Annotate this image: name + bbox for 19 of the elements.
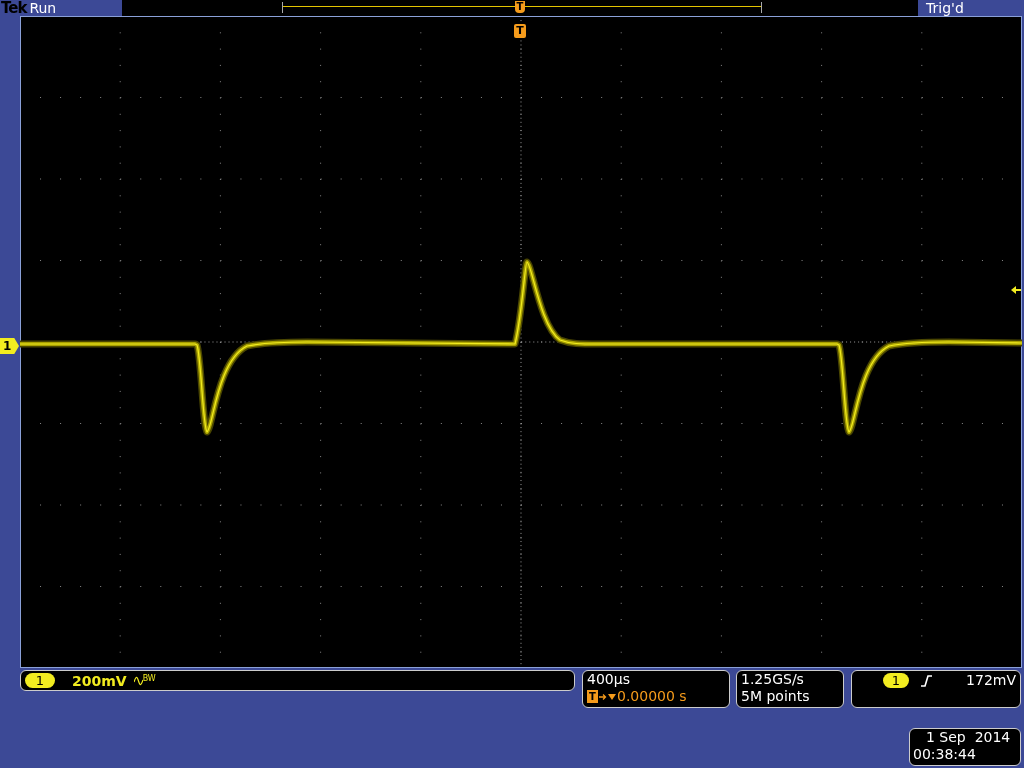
time: 00:38:44: [913, 746, 976, 763]
bandwidth-limit-label: BW: [142, 674, 156, 684]
overview-trigger-marker: T: [515, 1, 525, 13]
vertical-scale: 200mV: [72, 672, 127, 689]
sample-rate: 1.25GS/s: [741, 671, 804, 688]
acquisition-state: Run: [29, 0, 57, 16]
date: 1 Sep 2014: [926, 729, 1011, 746]
trigger-level: 172mV: [966, 672, 1016, 689]
horizontal-position: 0.00000 s: [617, 688, 687, 705]
time-per-division: 400µs: [587, 671, 630, 688]
channel-marker: 1: [0, 338, 19, 354]
channel-number-badge: 1: [25, 673, 55, 688]
trigger-source-badge: 1: [883, 673, 909, 688]
arrow-to-triangle-icon: [598, 691, 617, 702]
brand-logo: Tek: [1, 0, 27, 16]
position-trigger-marker: T: [587, 690, 598, 703]
trigger-position-marker: T: [514, 24, 526, 38]
trigger-state: Trig'd: [926, 0, 964, 16]
record-length: 5M points: [741, 688, 810, 705]
